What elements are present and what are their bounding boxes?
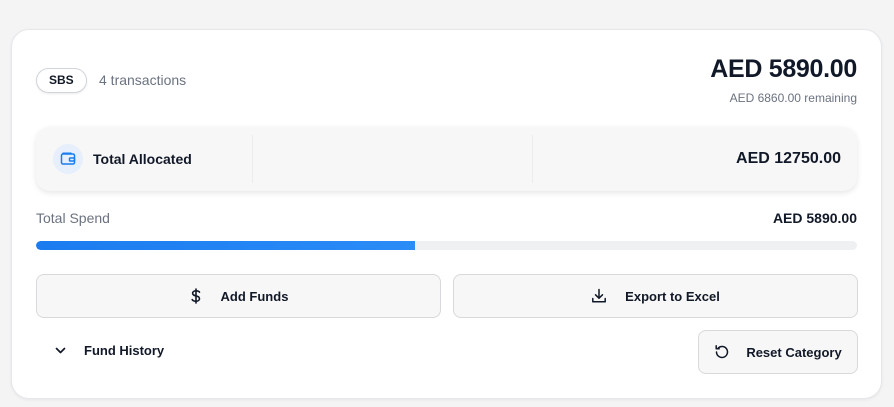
dollar-icon: [190, 288, 200, 304]
chevron-down-icon: [55, 347, 66, 354]
panel-divider: [252, 135, 253, 183]
spend-value: AED 5890.00: [772, 210, 857, 226]
total-allocated-panel: Total Allocated AED 12750.00: [36, 127, 857, 191]
transaction-count: 4 transactions: [99, 72, 187, 88]
allocated-value: AED 12750.00: [736, 150, 841, 167]
allocated-label: Total Allocated: [93, 151, 192, 167]
wallet-icon: [53, 144, 83, 174]
add-funds-label: Add Funds: [220, 288, 289, 304]
add-funds-button[interactable]: Add Funds: [36, 274, 441, 318]
spend-progress-bar: [36, 241, 857, 250]
spend-label: Total Spend: [36, 210, 110, 226]
budget-category-card: SBS 4 transactions AED 5890.00 AED 6860.…: [11, 29, 882, 399]
fund-history-toggle[interactable]: Fund History: [54, 343, 164, 358]
reset-icon: [715, 345, 729, 359]
fund-history-label: Fund History: [84, 343, 165, 358]
spent-amount: AED 5890.00: [710, 55, 857, 83]
spend-progress-fill: [36, 241, 416, 250]
reset-category-label: Reset Category: [746, 344, 842, 360]
download-icon: [592, 288, 607, 303]
card-header: SBS 4 transactions AED 5890.00 AED 6860.…: [36, 54, 857, 110]
export-excel-label: Export to Excel: [625, 288, 720, 304]
remaining-amount: AED 6860.00 remaining: [729, 91, 857, 105]
panel-divider: [532, 135, 533, 183]
category-badge: SBS: [36, 68, 87, 93]
export-excel-button[interactable]: Export to Excel: [453, 274, 858, 318]
reset-category-button[interactable]: Reset Category: [698, 330, 858, 374]
